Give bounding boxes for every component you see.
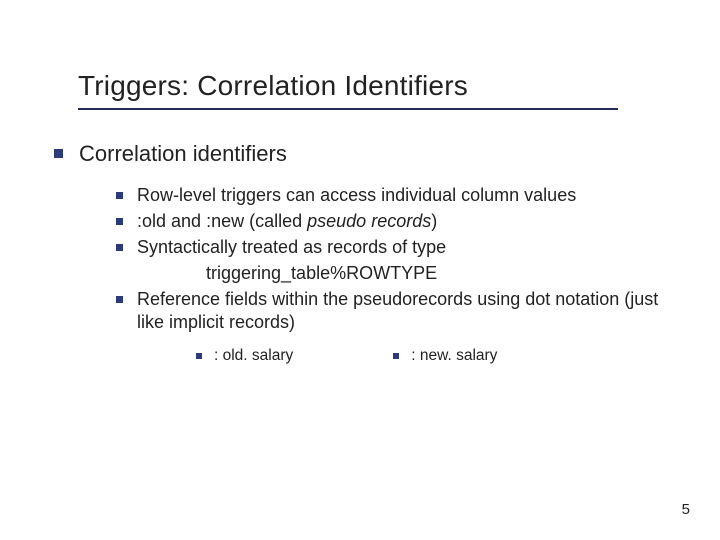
indented-line: triggering_table%ROWTYPE (206, 261, 660, 285)
page-number: 5 (682, 501, 690, 518)
list-item-text: Syntactically treated as records of type (137, 236, 446, 259)
bullet-list: Row-level triggers can access individual… (116, 184, 660, 365)
list-item-text: :old and :new (called pseudo records) (137, 210, 437, 233)
example-list: : old. salary : new. salary (196, 347, 660, 365)
text: and (171, 211, 201, 231)
square-bullet-icon (116, 218, 123, 225)
heading-text: Correlation identifiers (79, 140, 287, 168)
list-item: Reference fields within the pseudorecord… (116, 288, 660, 335)
list-item: Syntactically treated as records of type (116, 236, 660, 259)
square-bullet-icon (393, 353, 399, 359)
list-item: :old and :new (called pseudo records) (116, 210, 660, 233)
square-bullet-icon (196, 353, 202, 359)
square-bullet-icon (116, 244, 123, 251)
text: ) (431, 211, 437, 231)
list-item: Row-level triggers can access individual… (116, 184, 660, 207)
title-underline (78, 108, 618, 110)
code-new: :new (201, 211, 249, 231)
slide-content: Correlation identifiers Row-level trigge… (78, 140, 660, 365)
square-bullet-icon (116, 192, 123, 199)
heading-item: Correlation identifiers (54, 140, 660, 168)
slide-title: Triggers: Correlation Identifiers (78, 70, 660, 102)
example-text: : new. salary (411, 347, 497, 365)
code-old: :old (137, 211, 171, 231)
example-item: : old. salary (196, 347, 293, 365)
text: (called (249, 211, 307, 231)
list-item-text: Reference fields within the pseudorecord… (137, 288, 660, 335)
list-item-text: Row-level triggers can access individual… (137, 184, 576, 207)
square-bullet-icon (116, 296, 123, 303)
italic-text: pseudo records (307, 211, 431, 231)
example-item: : new. salary (393, 347, 497, 365)
example-text: : old. salary (214, 347, 293, 365)
square-bullet-icon (54, 149, 63, 158)
